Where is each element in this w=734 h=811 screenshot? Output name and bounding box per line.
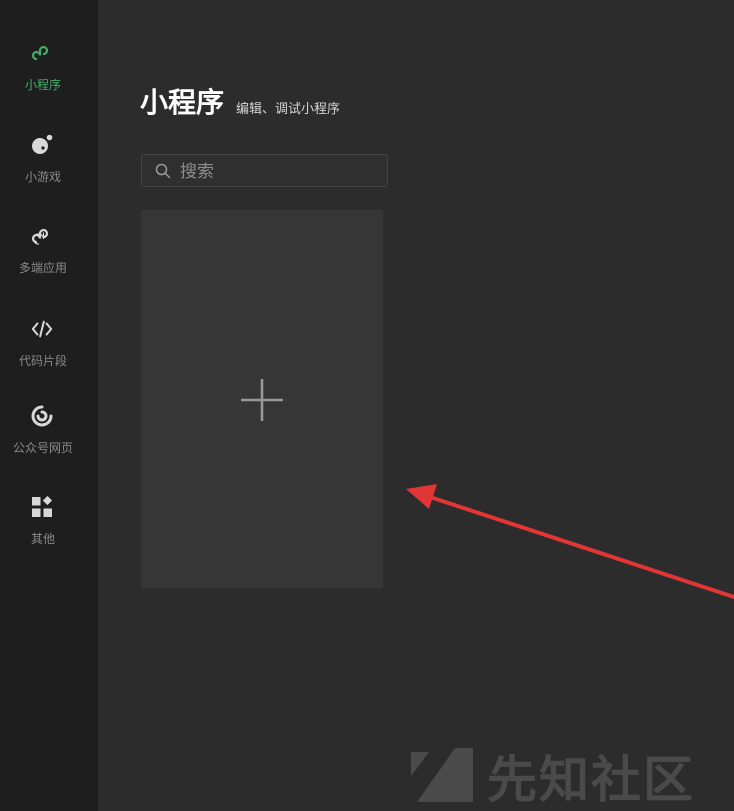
search-box[interactable] <box>141 154 388 187</box>
sidebar-item-other[interactable]: 其他 <box>0 496 98 566</box>
sidebar-item-label: 代码片段 <box>18 354 67 368</box>
sidebar-item-label: 小程序 <box>24 78 61 92</box>
minigame-icon <box>31 134 53 156</box>
plus-icon <box>239 377 285 423</box>
app-window: 小程序 小游戏 多端应用 代码片段 公众号网页 其他 小程序 编辑、调试小程序 … <box>0 0 734 811</box>
grid-icon <box>31 496 53 518</box>
sidebar: 小程序 小游戏 多端应用 代码片段 公众号网页 其他 <box>0 0 98 811</box>
watermark: 先知社区 <box>409 738 729 809</box>
sidebar-item-label: 小游戏 <box>24 170 61 184</box>
page-subtitle: 编辑、调试小程序 <box>236 102 341 117</box>
sidebar-item-label: 公众号网页 <box>12 441 73 455</box>
sidebar-item-miniprogram[interactable]: 小程序 <box>0 42 98 112</box>
miniprogram-icon <box>31 42 53 64</box>
sidebar-item-official-account[interactable]: 公众号网页 <box>0 405 98 475</box>
watermark-text: 先知社区 <box>487 751 695 809</box>
sidebar-item-minigame[interactable]: 小游戏 <box>0 134 98 204</box>
xianzhi-logo-icon <box>409 746 475 804</box>
sidebar-item-code-snippet[interactable]: 代码片段 <box>0 318 98 388</box>
sidebar-item-label: 其他 <box>30 532 55 546</box>
official-account-icon <box>31 405 53 427</box>
code-icon <box>31 318 53 340</box>
search-icon <box>155 163 171 179</box>
search-input[interactable] <box>178 158 382 185</box>
page-title: 小程序 <box>140 86 225 119</box>
sidebar-item-label: 多端应用 <box>18 261 67 275</box>
multiplatform-icon <box>31 225 53 247</box>
create-project-card[interactable] <box>141 210 383 588</box>
sidebar-item-multiplatform[interactable]: 多端应用 <box>0 225 98 295</box>
